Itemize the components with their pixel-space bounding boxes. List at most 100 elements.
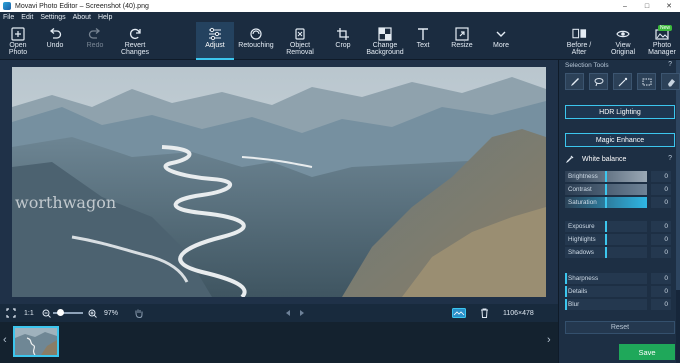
zoom-slider-handle[interactable] <box>57 309 64 316</box>
filmstrip-thumbnail[interactable] <box>13 326 59 357</box>
slider-handle[interactable] <box>605 184 607 195</box>
white-balance-help-icon[interactable]: ? <box>668 155 672 162</box>
slider-brightness[interactable]: Brightness 0 <box>565 171 675 182</box>
fit-screen-icon[interactable] <box>6 304 16 322</box>
slider-value-field[interactable]: 0 <box>651 234 671 245</box>
brush-select-icon[interactable] <box>565 73 584 90</box>
before-after-button[interactable]: Before / After <box>564 22 594 60</box>
slider-value-field[interactable]: 0 <box>651 286 671 297</box>
magic-wand-icon[interactable] <box>613 73 632 90</box>
selection-help-icon[interactable]: ? <box>668 61 672 68</box>
slider-handle[interactable] <box>605 247 607 258</box>
redo-button[interactable]: Redo <box>82 22 108 60</box>
panel-scrollbar[interactable] <box>676 60 680 363</box>
slider-value-field[interactable]: 0 <box>651 299 671 310</box>
maximize-icon[interactable]: □ <box>636 0 658 12</box>
menu-file[interactable]: File <box>3 14 14 21</box>
photo-manager-button[interactable]: New Photo Manager <box>646 22 678 60</box>
slider-value-field[interactable]: 0 <box>651 247 671 258</box>
slider-handle[interactable] <box>565 299 567 310</box>
title-bar: Movavi Photo Editor – Screenshot (40).pn… <box>0 0 680 12</box>
canvas-control-bar: 1:1 97% 1106×478 <box>0 304 558 322</box>
revert-changes-button[interactable]: Revert Changes <box>116 22 154 60</box>
slider-label: Brightness <box>568 173 598 180</box>
filmstrip-left-arrow-icon[interactable]: ‹ <box>3 334 7 346</box>
slider-sharpness[interactable]: Sharpness 0 <box>565 273 675 284</box>
slider-value-field[interactable]: 0 <box>651 273 671 284</box>
slider-shadows[interactable]: Shadows 0 <box>565 247 675 258</box>
lasso-icon[interactable] <box>589 73 608 90</box>
hdr-lighting-button[interactable]: HDR Lighting <box>565 105 675 119</box>
tab-resize[interactable]: Resize <box>447 22 477 60</box>
photo-manager-label: Photo Manager <box>648 42 676 56</box>
eye-icon <box>616 26 631 41</box>
redo-icon <box>88 26 103 41</box>
tab-object-removal[interactable]: Object Removal <box>282 22 318 60</box>
slider-saturation[interactable]: Saturation 0 <box>565 197 675 208</box>
magic-enhance-button[interactable]: Magic Enhance <box>565 133 675 147</box>
zoom-percent: 97% <box>104 309 119 317</box>
menu-help[interactable]: Help <box>98 14 112 21</box>
selection-eraser-icon[interactable] <box>661 73 680 90</box>
rect-select-icon[interactable] <box>637 73 656 90</box>
slider-handle[interactable] <box>605 197 607 208</box>
actual-size-button[interactable]: 1:1 <box>24 304 34 322</box>
eyedropper-icon[interactable] <box>565 155 574 164</box>
menu-about[interactable]: About <box>73 14 91 21</box>
slider-exposure[interactable]: Exposure 0 <box>565 221 675 232</box>
slider-handle[interactable] <box>605 221 607 232</box>
tab-crop[interactable]: Crop <box>329 22 357 60</box>
object-removal-label: Object Removal <box>286 42 314 56</box>
trash-icon[interactable] <box>480 304 489 322</box>
reset-button[interactable]: Reset <box>565 321 675 334</box>
photo-canvas[interactable] <box>12 67 546 297</box>
retouching-icon <box>249 26 264 41</box>
slider-handle[interactable] <box>605 234 607 245</box>
tab-adjust[interactable]: Adjust <box>196 22 234 60</box>
slider-handle[interactable] <box>565 286 567 297</box>
open-photo-button[interactable]: Open Photo <box>4 22 32 60</box>
slider-details[interactable]: Details 0 <box>565 286 675 297</box>
undo-button[interactable]: Undo <box>42 22 68 60</box>
filmstrip-right-arrow-icon[interactable]: › <box>547 334 551 346</box>
tab-text[interactable]: Text <box>410 22 436 60</box>
revert-icon <box>128 26 143 41</box>
minimize-icon[interactable]: – <box>614 0 636 12</box>
zoom-in-icon[interactable] <box>88 304 97 322</box>
thumbnail-image <box>15 328 57 355</box>
next-arrow-icon[interactable] <box>298 304 306 322</box>
previous-arrow-icon[interactable] <box>284 304 292 322</box>
slider-value-field[interactable]: 0 <box>651 171 671 182</box>
slider-value-field[interactable]: 0 <box>651 221 671 232</box>
chevron-down-icon <box>494 26 509 41</box>
more-button[interactable]: More <box>488 22 514 60</box>
menu-settings[interactable]: Settings <box>40 14 65 21</box>
open-photo-icon <box>11 26 26 41</box>
zoom-out-icon[interactable] <box>42 304 51 322</box>
close-icon[interactable]: ✕ <box>658 0 680 12</box>
tab-retouching[interactable]: Retouching <box>236 22 276 60</box>
slider-handle[interactable] <box>565 273 567 284</box>
slider-handle[interactable] <box>605 171 607 182</box>
slider-value-field[interactable]: 0 <box>651 184 671 195</box>
more-label: More <box>493 42 509 49</box>
hand-tool-icon[interactable] <box>134 304 143 322</box>
view-original-button[interactable]: View Original <box>608 22 638 60</box>
menu-edit[interactable]: Edit <box>21 14 33 21</box>
slider-contrast[interactable]: Contrast 0 <box>565 184 675 195</box>
slider-blur[interactable]: Blur 0 <box>565 299 675 310</box>
slider-value-field[interactable]: 0 <box>651 197 671 208</box>
adjust-label: Adjust <box>205 42 225 49</box>
save-button[interactable]: Save <box>619 344 675 360</box>
crop-icon <box>336 26 351 41</box>
compare-icon[interactable] <box>452 304 466 322</box>
redo-label: Redo <box>86 42 104 49</box>
new-badge: New <box>657 25 672 31</box>
slider-label: Contrast <box>568 186 592 193</box>
resize-label: Resize <box>451 42 473 49</box>
slider-highlights[interactable]: Highlights 0 <box>565 234 675 245</box>
tab-change-background[interactable]: Change Background <box>363 22 407 60</box>
image-dimensions: 1106×478 <box>503 309 534 317</box>
change-background-icon <box>378 26 393 41</box>
open-photo-label: Open Photo <box>8 42 28 56</box>
